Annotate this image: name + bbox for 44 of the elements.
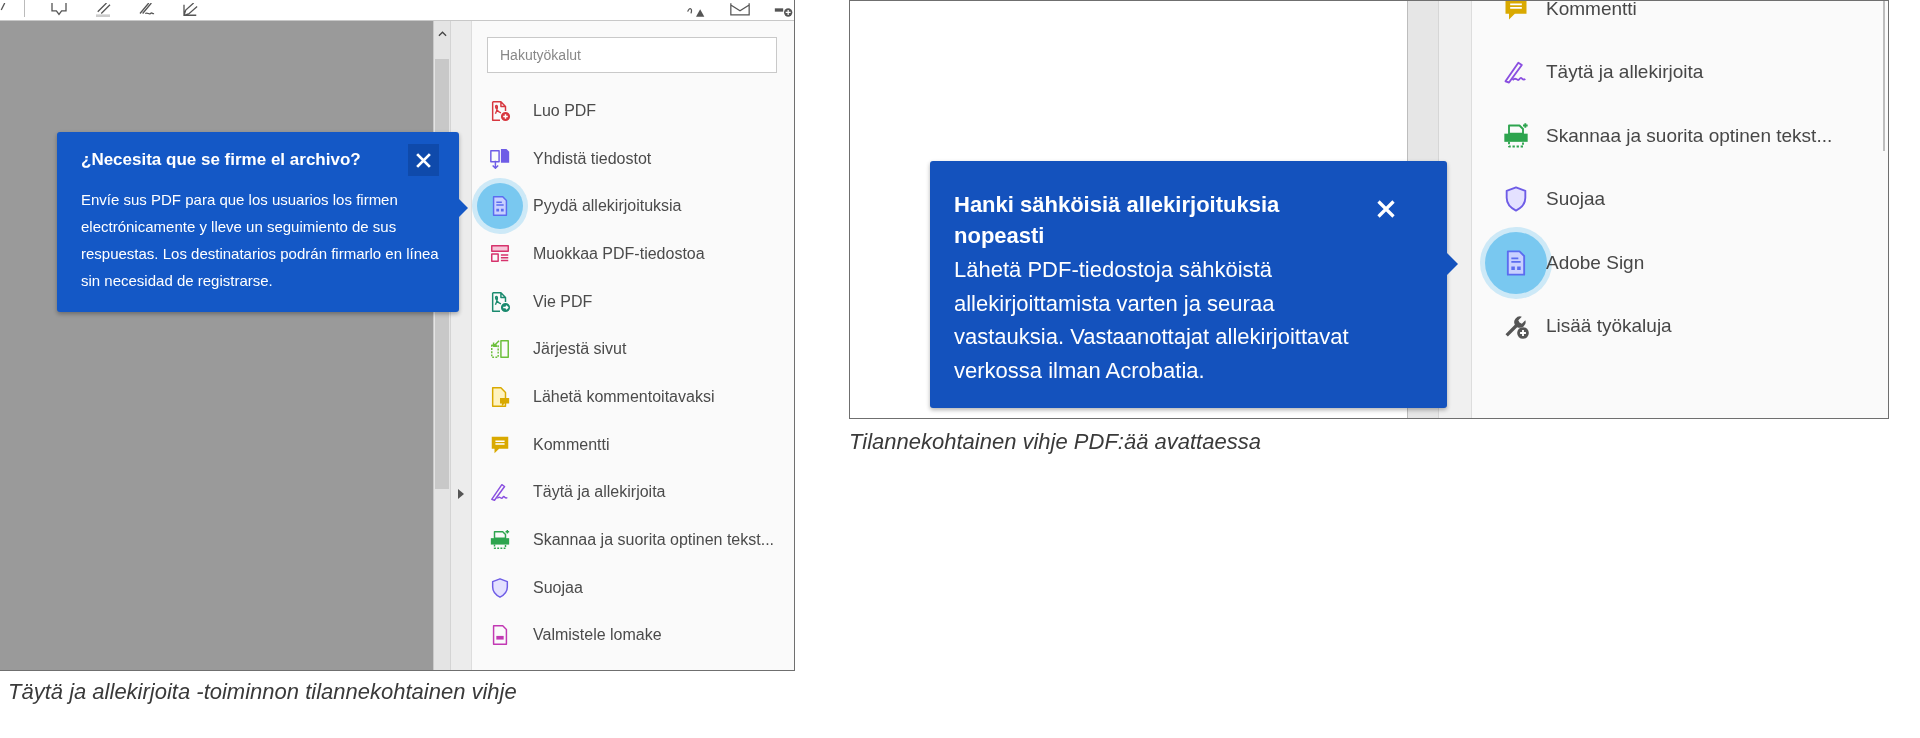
highlighter-icon[interactable] xyxy=(93,3,113,17)
tool-item[interactable]: Luo PDF xyxy=(487,87,777,135)
shield-icon xyxy=(489,576,511,599)
expand-arrow-icon[interactable] xyxy=(458,489,464,499)
close-icon xyxy=(1375,199,1396,219)
tool-item[interactable]: Täytä ja allekirjoita xyxy=(487,468,777,517)
tool-item[interactable]: Suojaa xyxy=(1500,167,1888,231)
document-plus-icon xyxy=(489,99,511,122)
tool-item[interactable]: Kommentti xyxy=(1500,1,1888,41)
scrollbar[interactable] xyxy=(1883,1,1885,151)
scroll-up-icon[interactable] xyxy=(437,31,447,37)
close-button[interactable] xyxy=(408,144,439,176)
tooltip-text: Envíe sus PDF para que los usuarios los firmen electrónicamente y lleve un seguimiento de sus respuestas. Los destinatarios podrán firmarlo en línea sin necesidad de registrarse. xyxy=(81,190,439,291)
comment-icon[interactable] xyxy=(49,3,69,17)
tool-item[interactable]: Lisää työkaluja xyxy=(1500,294,1888,358)
signature-icon[interactable] xyxy=(137,3,157,17)
tool-item[interactable]: Skannaa ja suorita optinen tekst... xyxy=(487,516,777,564)
tool-item[interactable]: Adobe Sign xyxy=(1500,231,1888,295)
tool-item[interactable]: Kommentti xyxy=(487,420,777,469)
tool-item[interactable]: Vie PDF xyxy=(487,277,777,326)
tool-item[interactable]: Pyydä allekirjoituksia xyxy=(487,182,777,231)
documents-arrow-icon xyxy=(489,147,511,170)
tool-item[interactable]: Lähetä kommentoitavaksi xyxy=(487,373,777,421)
scanner-icon xyxy=(489,529,511,552)
tooltip-text: Lähetä PDF-tiedostoja sähköistä allekirjoittamista varten ja seuraa vastauksia. Vastaanottajat allekirjoittavat verkossa ilman Acrobatia. xyxy=(954,256,1350,385)
tooltip-title: Hanki sähköisiä allekirjoituksia nopeasti xyxy=(954,191,1281,250)
tool-item[interactable]: Suojaa xyxy=(487,563,777,612)
layout-icon xyxy=(489,242,511,265)
scanner-icon xyxy=(1502,121,1530,150)
figure-caption: Tilannekohtainen vihje PDF:ää avattaessa xyxy=(849,428,1262,456)
document-comment-icon xyxy=(489,385,511,408)
tool-item[interactable]: Yhdistä tiedostot xyxy=(487,134,777,183)
tool-item[interactable]: Valmistele lomake xyxy=(487,611,777,660)
tooltip-title: ¿Necesita que se firme el archivo? xyxy=(81,149,361,171)
envelope-icon[interactable] xyxy=(730,3,750,17)
tool-item[interactable]: Täytä ja allekirjoita xyxy=(1500,40,1888,104)
tool-item[interactable]: Muokkaa PDF-tiedostoa xyxy=(487,230,777,278)
tool-item[interactable]: Järjestä sivut xyxy=(487,325,777,374)
document-arrow-icon xyxy=(489,290,511,313)
pages-icon xyxy=(489,338,511,361)
search-field[interactable]: Hakutyökalut xyxy=(487,37,777,73)
figure-caption: Täytä ja allekirjoita -toiminnon tilannekohtainen vihje xyxy=(7,678,518,706)
close-icon xyxy=(415,151,432,169)
tool-item[interactable]: Skannaa ja suorita optinen tekst... xyxy=(1500,104,1888,168)
